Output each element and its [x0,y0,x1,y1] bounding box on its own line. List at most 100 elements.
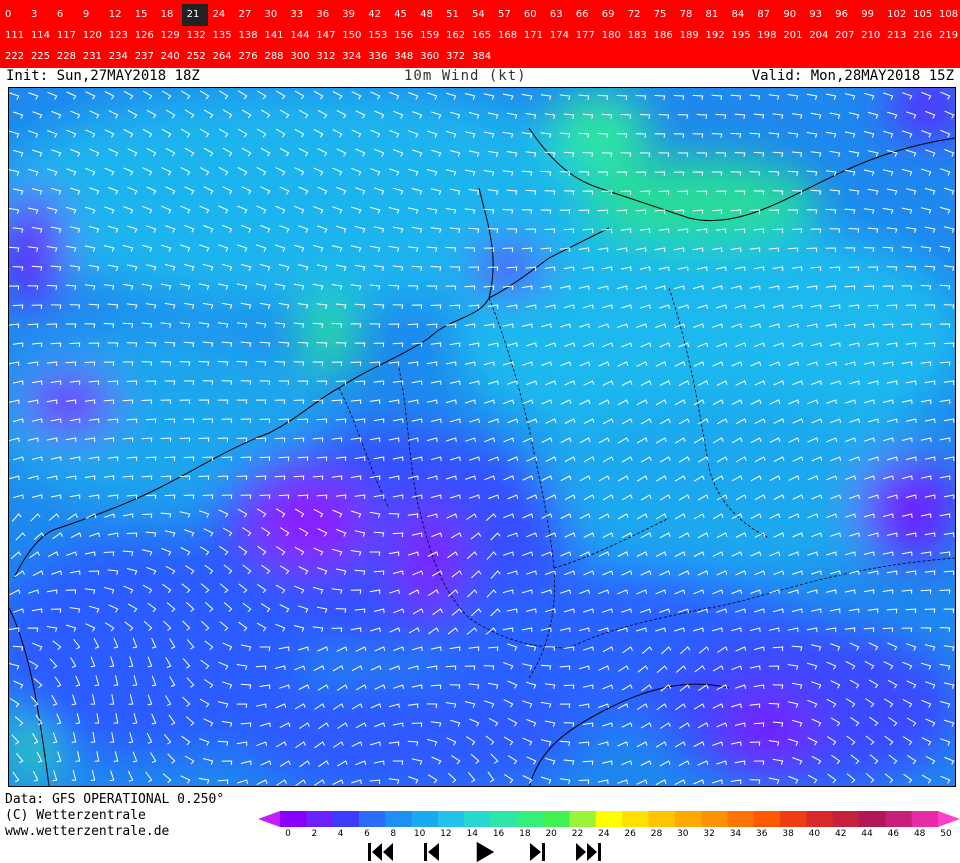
forecast-hour-96[interactable]: 96 [830,4,856,26]
forecast-hour-48[interactable]: 48 [415,4,441,26]
forecast-hour-183[interactable]: 183 [623,25,649,47]
forecast-hour-213[interactable]: 213 [882,25,908,47]
forecast-hour-102[interactable]: 102 [882,4,908,26]
forecast-hour-336[interactable]: 336 [363,46,389,68]
forecast-hour-24[interactable]: 24 [208,4,234,26]
forecast-hour-120[interactable]: 120 [78,25,104,47]
forecast-hour-156[interactable]: 156 [389,25,415,47]
forecast-hour-132[interactable]: 132 [182,25,208,47]
forecast-hour-204[interactable]: 204 [804,25,830,47]
forecast-hour-174[interactable]: 174 [545,25,571,47]
forecast-hour-108[interactable]: 108 [934,4,960,26]
forecast-hour-186[interactable]: 186 [649,25,675,47]
forecast-hour-159[interactable]: 159 [415,25,441,47]
forecast-hour-111[interactable]: 111 [0,25,26,47]
forecast-hour-93[interactable]: 93 [804,4,830,26]
forecast-hour-276[interactable]: 276 [234,46,260,68]
forecast-hour-201[interactable]: 201 [778,25,804,47]
forecast-hour-135[interactable]: 135 [208,25,234,47]
forecast-hour-162[interactable]: 162 [441,25,467,47]
forecast-hour-348[interactable]: 348 [389,46,415,68]
forecast-hour-63[interactable]: 63 [545,4,571,26]
forecast-hour-240[interactable]: 240 [156,46,182,68]
forecast-hour-360[interactable]: 360 [415,46,441,68]
forecast-hour-129[interactable]: 129 [156,25,182,47]
forecast-hour-231[interactable]: 231 [78,46,104,68]
forecast-hour-87[interactable]: 87 [752,4,778,26]
forecast-hour-36[interactable]: 36 [311,4,337,26]
forecast-hour-216[interactable]: 216 [908,25,934,47]
forecast-hour-84[interactable]: 84 [726,4,752,26]
forecast-hour-42[interactable]: 42 [363,4,389,26]
forecast-hour-54[interactable]: 54 [467,4,493,26]
forecast-hour-192[interactable]: 192 [701,25,727,47]
forecast-hour-312[interactable]: 312 [311,46,337,68]
forecast-hour-117[interactable]: 117 [52,25,78,47]
forecast-hour-168[interactable]: 168 [493,25,519,47]
forecast-hour-147[interactable]: 147 [311,25,337,47]
forecast-hour-189[interactable]: 189 [675,25,701,47]
forecast-hour-105[interactable]: 105 [908,4,934,26]
forecast-hour-141[interactable]: 141 [259,25,285,47]
forecast-hour-69[interactable]: 69 [597,4,623,26]
next-frame-button[interactable] [527,841,547,863]
forecast-hour-123[interactable]: 123 [104,25,130,47]
forecast-hour-18[interactable]: 18 [156,4,182,26]
forecast-hour-30[interactable]: 30 [259,4,285,26]
forecast-hour-39[interactable]: 39 [337,4,363,26]
first-frame-button[interactable] [366,841,396,863]
forecast-hour-288[interactable]: 288 [259,46,285,68]
forecast-hour-15[interactable]: 15 [130,4,156,26]
legend-tick-32: 32 [703,829,715,839]
previous-frame-button[interactable] [422,841,442,863]
forecast-hour-219[interactable]: 219 [934,25,960,47]
forecast-hour-153[interactable]: 153 [363,25,389,47]
forecast-hour-78[interactable]: 78 [675,4,701,26]
website-url: www.wetterzentrale.de [5,824,170,839]
forecast-hour-372[interactable]: 372 [441,46,467,68]
forecast-hour-210[interactable]: 210 [856,25,882,47]
forecast-hour-72[interactable]: 72 [623,4,649,26]
forecast-hour-99[interactable]: 99 [856,4,882,26]
forecast-hour-126[interactable]: 126 [130,25,156,47]
forecast-hour-198[interactable]: 198 [752,25,778,47]
forecast-hour-51[interactable]: 51 [441,4,467,26]
forecast-hour-3[interactable]: 3 [26,4,52,26]
forecast-hour-12[interactable]: 12 [104,4,130,26]
forecast-hour-237[interactable]: 237 [130,46,156,68]
forecast-hour-384[interactable]: 384 [467,46,493,68]
forecast-hour-165[interactable]: 165 [467,25,493,47]
forecast-hour-264[interactable]: 264 [208,46,234,68]
forecast-hour-300[interactable]: 300 [285,46,311,68]
forecast-hour-195[interactable]: 195 [726,25,752,47]
forecast-hour-225[interactable]: 225 [26,46,52,68]
forecast-hour-27[interactable]: 27 [234,4,260,26]
forecast-hour-9[interactable]: 9 [78,4,104,26]
forecast-hour-252[interactable]: 252 [182,46,208,68]
forecast-hour-66[interactable]: 66 [571,4,597,26]
forecast-hour-60[interactable]: 60 [519,4,545,26]
forecast-hour-234[interactable]: 234 [104,46,130,68]
forecast-hour-222[interactable]: 222 [0,46,26,68]
forecast-hour-138[interactable]: 138 [234,25,260,47]
forecast-hour-324[interactable]: 324 [337,46,363,68]
forecast-hour-180[interactable]: 180 [597,25,623,47]
forecast-hour-90[interactable]: 90 [778,4,804,26]
forecast-hour-144[interactable]: 144 [285,25,311,47]
forecast-hour-81[interactable]: 81 [701,4,727,26]
forecast-hour-150[interactable]: 150 [337,25,363,47]
forecast-hour-171[interactable]: 171 [519,25,545,47]
forecast-hour-228[interactable]: 228 [52,46,78,68]
forecast-hour-21[interactable]: 21 [181,4,208,26]
last-frame-button[interactable] [573,841,603,863]
forecast-hour-0[interactable]: 0 [0,4,26,26]
forecast-hour-207[interactable]: 207 [830,25,856,47]
forecast-hour-33[interactable]: 33 [285,4,311,26]
forecast-hour-45[interactable]: 45 [389,4,415,26]
forecast-hour-177[interactable]: 177 [571,25,597,47]
play-button[interactable] [473,841,497,863]
forecast-hour-75[interactable]: 75 [649,4,675,26]
forecast-hour-57[interactable]: 57 [493,4,519,26]
forecast-hour-114[interactable]: 114 [26,25,52,47]
forecast-hour-6[interactable]: 6 [52,4,78,26]
